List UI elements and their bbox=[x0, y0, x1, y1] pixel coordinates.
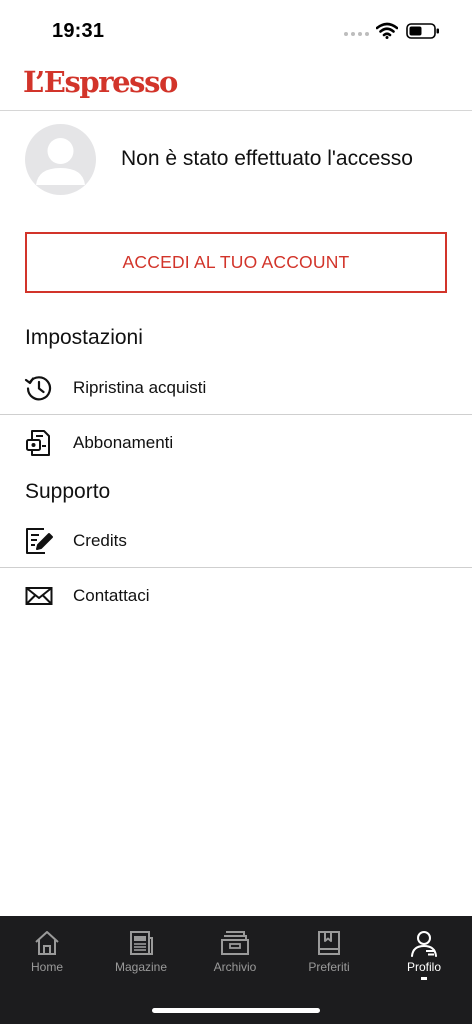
wifi-icon bbox=[376, 22, 398, 39]
document-edit-icon bbox=[24, 526, 54, 556]
tab-archive[interactable]: Archivio bbox=[188, 916, 282, 986]
newspaper-icon bbox=[127, 928, 155, 958]
user-icon bbox=[409, 928, 439, 958]
home-icon bbox=[33, 928, 61, 958]
battery-icon bbox=[406, 23, 439, 39]
contact-item[interactable]: Contattaci bbox=[0, 568, 472, 623]
tab-magazine-label: Magazine bbox=[114, 960, 168, 974]
subscriptions-label: Abbonamenti bbox=[73, 432, 174, 452]
bookmark-icon bbox=[315, 928, 343, 958]
settings-section-title: Impostazioni bbox=[25, 326, 143, 349]
history-icon bbox=[24, 373, 54, 403]
archive-icon bbox=[220, 928, 250, 958]
app-header: L’Espresso bbox=[0, 60, 472, 111]
restore-purchases-item[interactable]: Ripristina acquisti bbox=[0, 360, 472, 415]
contact-label: Contattaci bbox=[73, 585, 150, 605]
support-section-title: Supporto bbox=[25, 480, 111, 503]
tab-profile-label: Profilo bbox=[406, 960, 441, 974]
tab-home[interactable]: Home bbox=[0, 916, 94, 986]
user-placeholder-icon bbox=[36, 138, 85, 185]
signal-icon bbox=[344, 32, 369, 36]
login-button[interactable]: ACCEDI AL TUO ACCOUNT bbox=[25, 232, 447, 293]
login-status-text: Non è stato effettuato l'accesso bbox=[121, 147, 413, 170]
credits-label: Credits bbox=[73, 530, 127, 550]
subscriptions-item[interactable]: Abbonamenti bbox=[0, 415, 472, 470]
restore-purchases-label: Ripristina acquisti bbox=[73, 377, 207, 397]
status-time: 19:31 bbox=[52, 20, 105, 42]
profile-section: Non è stato effettuato l'accesso bbox=[0, 111, 472, 211]
status-bar: 19:31 bbox=[0, 0, 472, 60]
tab-favorites-label: Preferiti bbox=[308, 960, 350, 974]
tab-home-label: Home bbox=[30, 960, 63, 974]
tab-favorites[interactable]: Preferiti bbox=[282, 916, 376, 986]
credits-item[interactable]: Credits bbox=[0, 513, 472, 568]
home-indicator bbox=[152, 1008, 320, 1013]
envelope-icon bbox=[24, 581, 54, 611]
tab-profile[interactable]: Profilo bbox=[377, 916, 471, 986]
tab-archive-label: Archivio bbox=[213, 960, 257, 974]
subscription-icon bbox=[24, 428, 54, 458]
app-logo: L’Espresso bbox=[23, 65, 178, 99]
active-tab-indicator bbox=[421, 977, 427, 980]
tab-magazine[interactable]: Magazine bbox=[94, 916, 188, 986]
avatar bbox=[25, 124, 96, 195]
